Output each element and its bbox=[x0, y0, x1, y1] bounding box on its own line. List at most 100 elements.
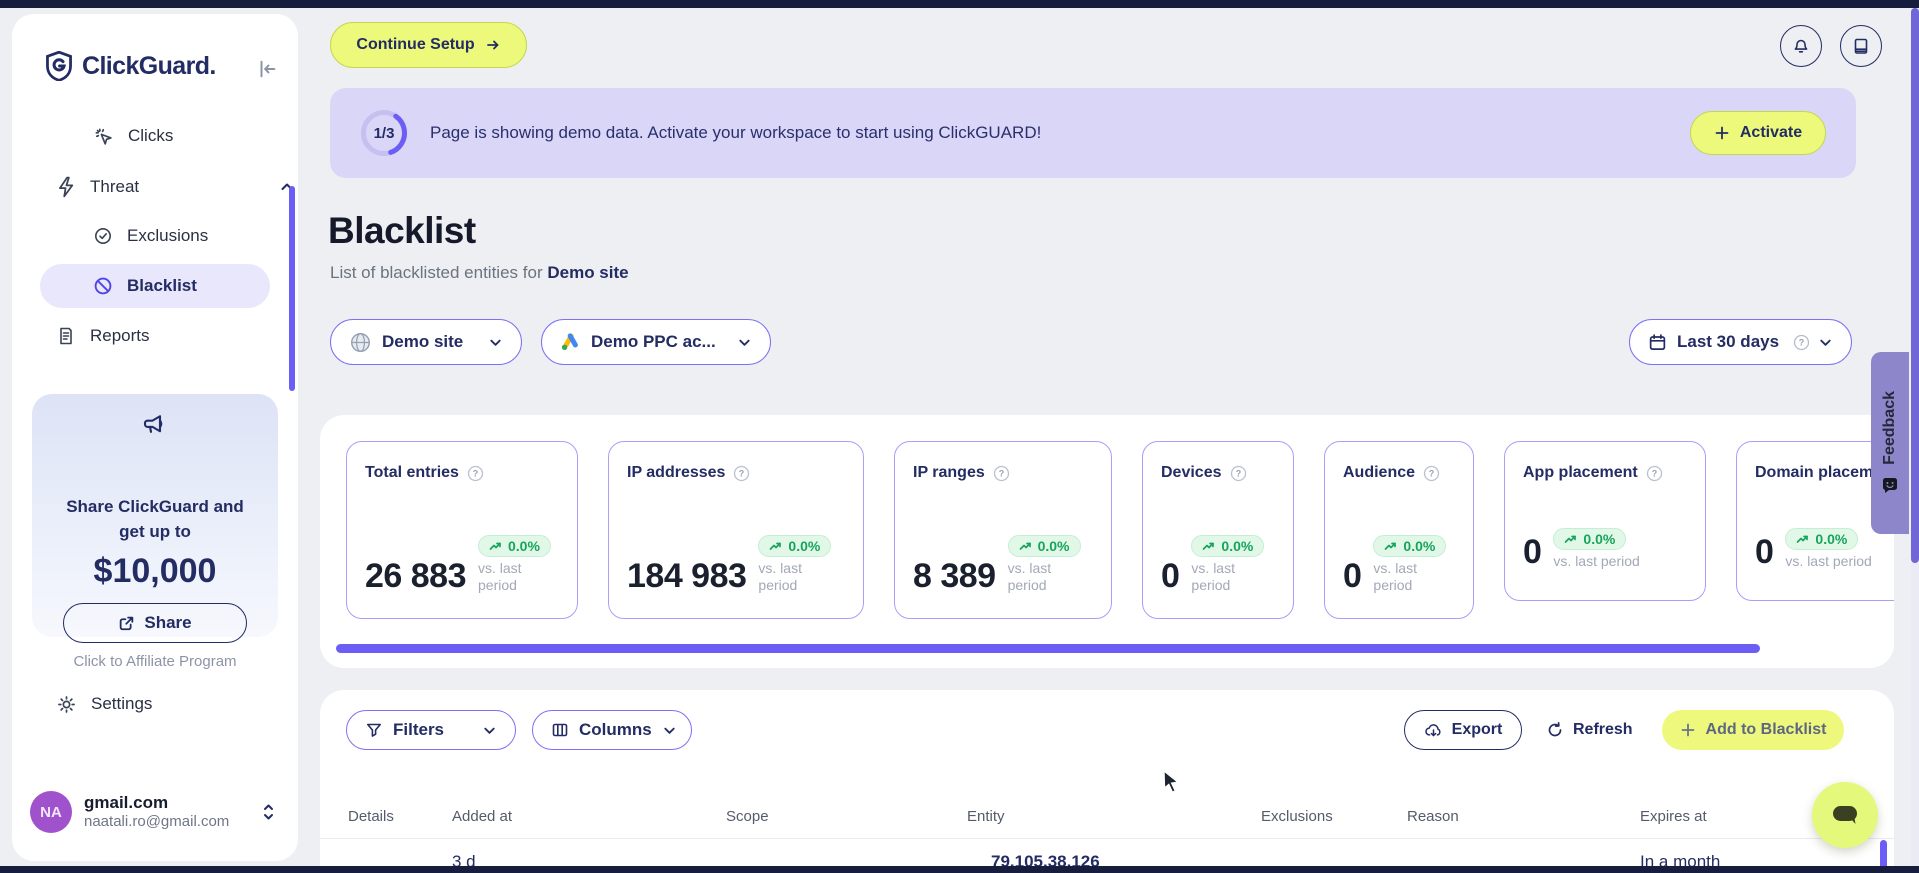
delta-badge: 0.0% bbox=[1191, 535, 1265, 557]
sidebar-item-clicks[interactable]: Clicks bbox=[93, 118, 173, 154]
account-switcher[interactable]: NA gmail.com naatali.ro@gmail.com bbox=[30, 786, 280, 838]
avatar: NA bbox=[30, 791, 72, 833]
continue-setup-button[interactable]: Continue Setup bbox=[330, 22, 527, 68]
stat-card-total-entries: Total entries? 26 883 0.0% vs. last peri… bbox=[346, 441, 578, 619]
window-scrollbar-thumb[interactable] bbox=[1911, 8, 1919, 563]
delta-badge: 0.0% bbox=[478, 535, 551, 557]
affiliate-promo-card[interactable]: Share ClickGuard and get up to $10,000 S… bbox=[32, 394, 278, 670]
card-title: Devices bbox=[1161, 464, 1222, 481]
card-title: IP ranges bbox=[913, 464, 985, 481]
card-value: 26 883 bbox=[365, 557, 467, 595]
sidebar-item-threat[interactable]: Threat bbox=[56, 169, 293, 205]
vs-last-period: vs. last period bbox=[758, 560, 802, 593]
chat-widget-button[interactable] bbox=[1812, 782, 1878, 848]
help-icon[interactable]: ? bbox=[1793, 334, 1810, 351]
arrow-right-icon bbox=[485, 37, 501, 53]
site-selector[interactable]: Demo site bbox=[330, 319, 522, 365]
sidebar-item-reports[interactable]: Reports bbox=[56, 318, 150, 354]
add-to-blacklist-button[interactable]: Add to Blacklist bbox=[1662, 710, 1844, 750]
share-button-label: Share bbox=[144, 613, 192, 632]
column-header-expires-at[interactable]: Expires at bbox=[1640, 808, 1707, 825]
trend-up-icon bbox=[770, 542, 782, 550]
columns-button[interactable]: Columns bbox=[532, 710, 692, 750]
card-title: IP addresses bbox=[627, 464, 726, 481]
site-selector-value: Demo site bbox=[382, 332, 464, 351]
window-top-strip bbox=[0, 0, 1919, 8]
export-button[interactable]: Export bbox=[1404, 710, 1522, 750]
lightning-icon bbox=[56, 176, 76, 198]
refresh-button-label: Refresh bbox=[1573, 721, 1633, 738]
svg-text:?: ? bbox=[999, 468, 1004, 478]
card-value: 0 bbox=[1523, 533, 1542, 571]
chevron-down-icon bbox=[482, 723, 497, 738]
sidebar-item-label: Blacklist bbox=[127, 276, 197, 295]
vs-last-period: vs. last period bbox=[1191, 560, 1235, 593]
card-title: Audience bbox=[1343, 464, 1416, 481]
sidebar-scrollbar-thumb[interactable] bbox=[289, 186, 295, 391]
sidebar-item-settings[interactable]: Settings bbox=[56, 686, 152, 722]
svg-text:?: ? bbox=[1651, 468, 1656, 478]
help-icon[interactable]: ? bbox=[733, 465, 750, 482]
table-header-divider bbox=[320, 838, 1894, 839]
cloud-download-icon bbox=[1424, 722, 1443, 739]
stat-card-ip-addresses: IP addresses? 184 983 0.0% vs. last peri… bbox=[608, 441, 864, 619]
column-header-scope[interactable]: Scope bbox=[726, 808, 769, 825]
activate-button[interactable]: Activate bbox=[1690, 111, 1826, 155]
cards-horizontal-scrollbar[interactable] bbox=[336, 644, 1760, 653]
date-range-value: Last 30 days bbox=[1677, 332, 1780, 351]
gear-icon bbox=[56, 694, 77, 715]
export-button-label: Export bbox=[1451, 721, 1503, 738]
refresh-button[interactable]: Refresh bbox=[1546, 710, 1633, 750]
sidebar-item-exclusions[interactable]: Exclusions bbox=[93, 218, 208, 254]
date-range-selector[interactable]: Last 30 days ? bbox=[1629, 319, 1852, 365]
add-to-blacklist-label: Add to Blacklist bbox=[1705, 721, 1827, 738]
help-icon[interactable]: ? bbox=[993, 465, 1010, 482]
page-title: Blacklist bbox=[328, 210, 476, 251]
sidebar-item-blacklist[interactable]: Blacklist bbox=[40, 264, 270, 308]
sidebar-item-label: Reports bbox=[90, 326, 150, 345]
notifications-button[interactable] bbox=[1780, 25, 1822, 67]
badge-check-icon bbox=[93, 226, 113, 246]
promo-text: Share ClickGuard and get up to bbox=[66, 497, 244, 541]
promo-amount: $10,000 bbox=[93, 552, 217, 590]
help-icon[interactable]: ? bbox=[467, 465, 484, 482]
filters-button[interactable]: Filters bbox=[346, 710, 516, 750]
brand-logo[interactable]: ClickGuard. bbox=[45, 51, 216, 81]
promo-footnote: Click to Affiliate Program bbox=[73, 653, 237, 670]
feedback-tab[interactable]: Feedback bbox=[1871, 352, 1909, 534]
chevron-down-icon bbox=[737, 335, 752, 350]
docs-button[interactable] bbox=[1840, 25, 1882, 67]
google-ads-icon bbox=[560, 332, 581, 352]
filter-funnel-icon bbox=[365, 721, 383, 739]
column-header-entity[interactable]: Entity bbox=[967, 808, 1005, 825]
help-icon[interactable]: ? bbox=[1230, 465, 1247, 482]
trend-up-icon bbox=[1203, 542, 1215, 550]
ppc-account-selector[interactable]: Demo PPC ac... bbox=[541, 319, 771, 365]
blacklist-table-panel: Filters Columns Export Refresh Add to Bl… bbox=[320, 690, 1894, 873]
window-bottom-strip bbox=[0, 866, 1919, 873]
vs-last-period: vs. last period bbox=[1373, 560, 1417, 593]
card-value: 0 bbox=[1343, 557, 1362, 595]
column-header-exclusions[interactable]: Exclusions bbox=[1261, 808, 1333, 825]
stat-card-ip-ranges: IP ranges? 8 389 0.0% vs. last period bbox=[894, 441, 1112, 619]
activate-button-label: Activate bbox=[1739, 124, 1803, 141]
trend-up-icon bbox=[1385, 542, 1397, 550]
sidebar: ClickGuard. Clicks Threat Exclusions Bla… bbox=[12, 14, 298, 861]
trend-up-icon bbox=[1797, 535, 1809, 543]
column-header-added-at[interactable]: Added at bbox=[452, 808, 512, 825]
column-header-details[interactable]: Details bbox=[348, 808, 394, 825]
workspace-name: gmail.com bbox=[84, 793, 169, 812]
plus-icon bbox=[1680, 722, 1696, 738]
help-icon[interactable]: ? bbox=[1646, 465, 1663, 482]
delta-badge: 0.0% bbox=[1553, 528, 1627, 550]
sidebar-item-label: Exclusions bbox=[127, 226, 209, 245]
vs-last-period: vs. last period bbox=[1007, 560, 1052, 593]
globe-icon bbox=[349, 331, 372, 354]
sidebar-collapse-icon[interactable] bbox=[256, 58, 278, 80]
help-icon[interactable]: ? bbox=[1423, 465, 1440, 482]
sidebar-item-label: Settings bbox=[91, 694, 153, 713]
stats-cards-panel: Total entries? 26 883 0.0% vs. last peri… bbox=[320, 415, 1894, 668]
column-header-reason[interactable]: Reason bbox=[1407, 808, 1459, 825]
share-button[interactable]: Share bbox=[63, 603, 247, 643]
stat-card-devices: Devices? 0 0.0% vs. last period bbox=[1142, 441, 1294, 619]
